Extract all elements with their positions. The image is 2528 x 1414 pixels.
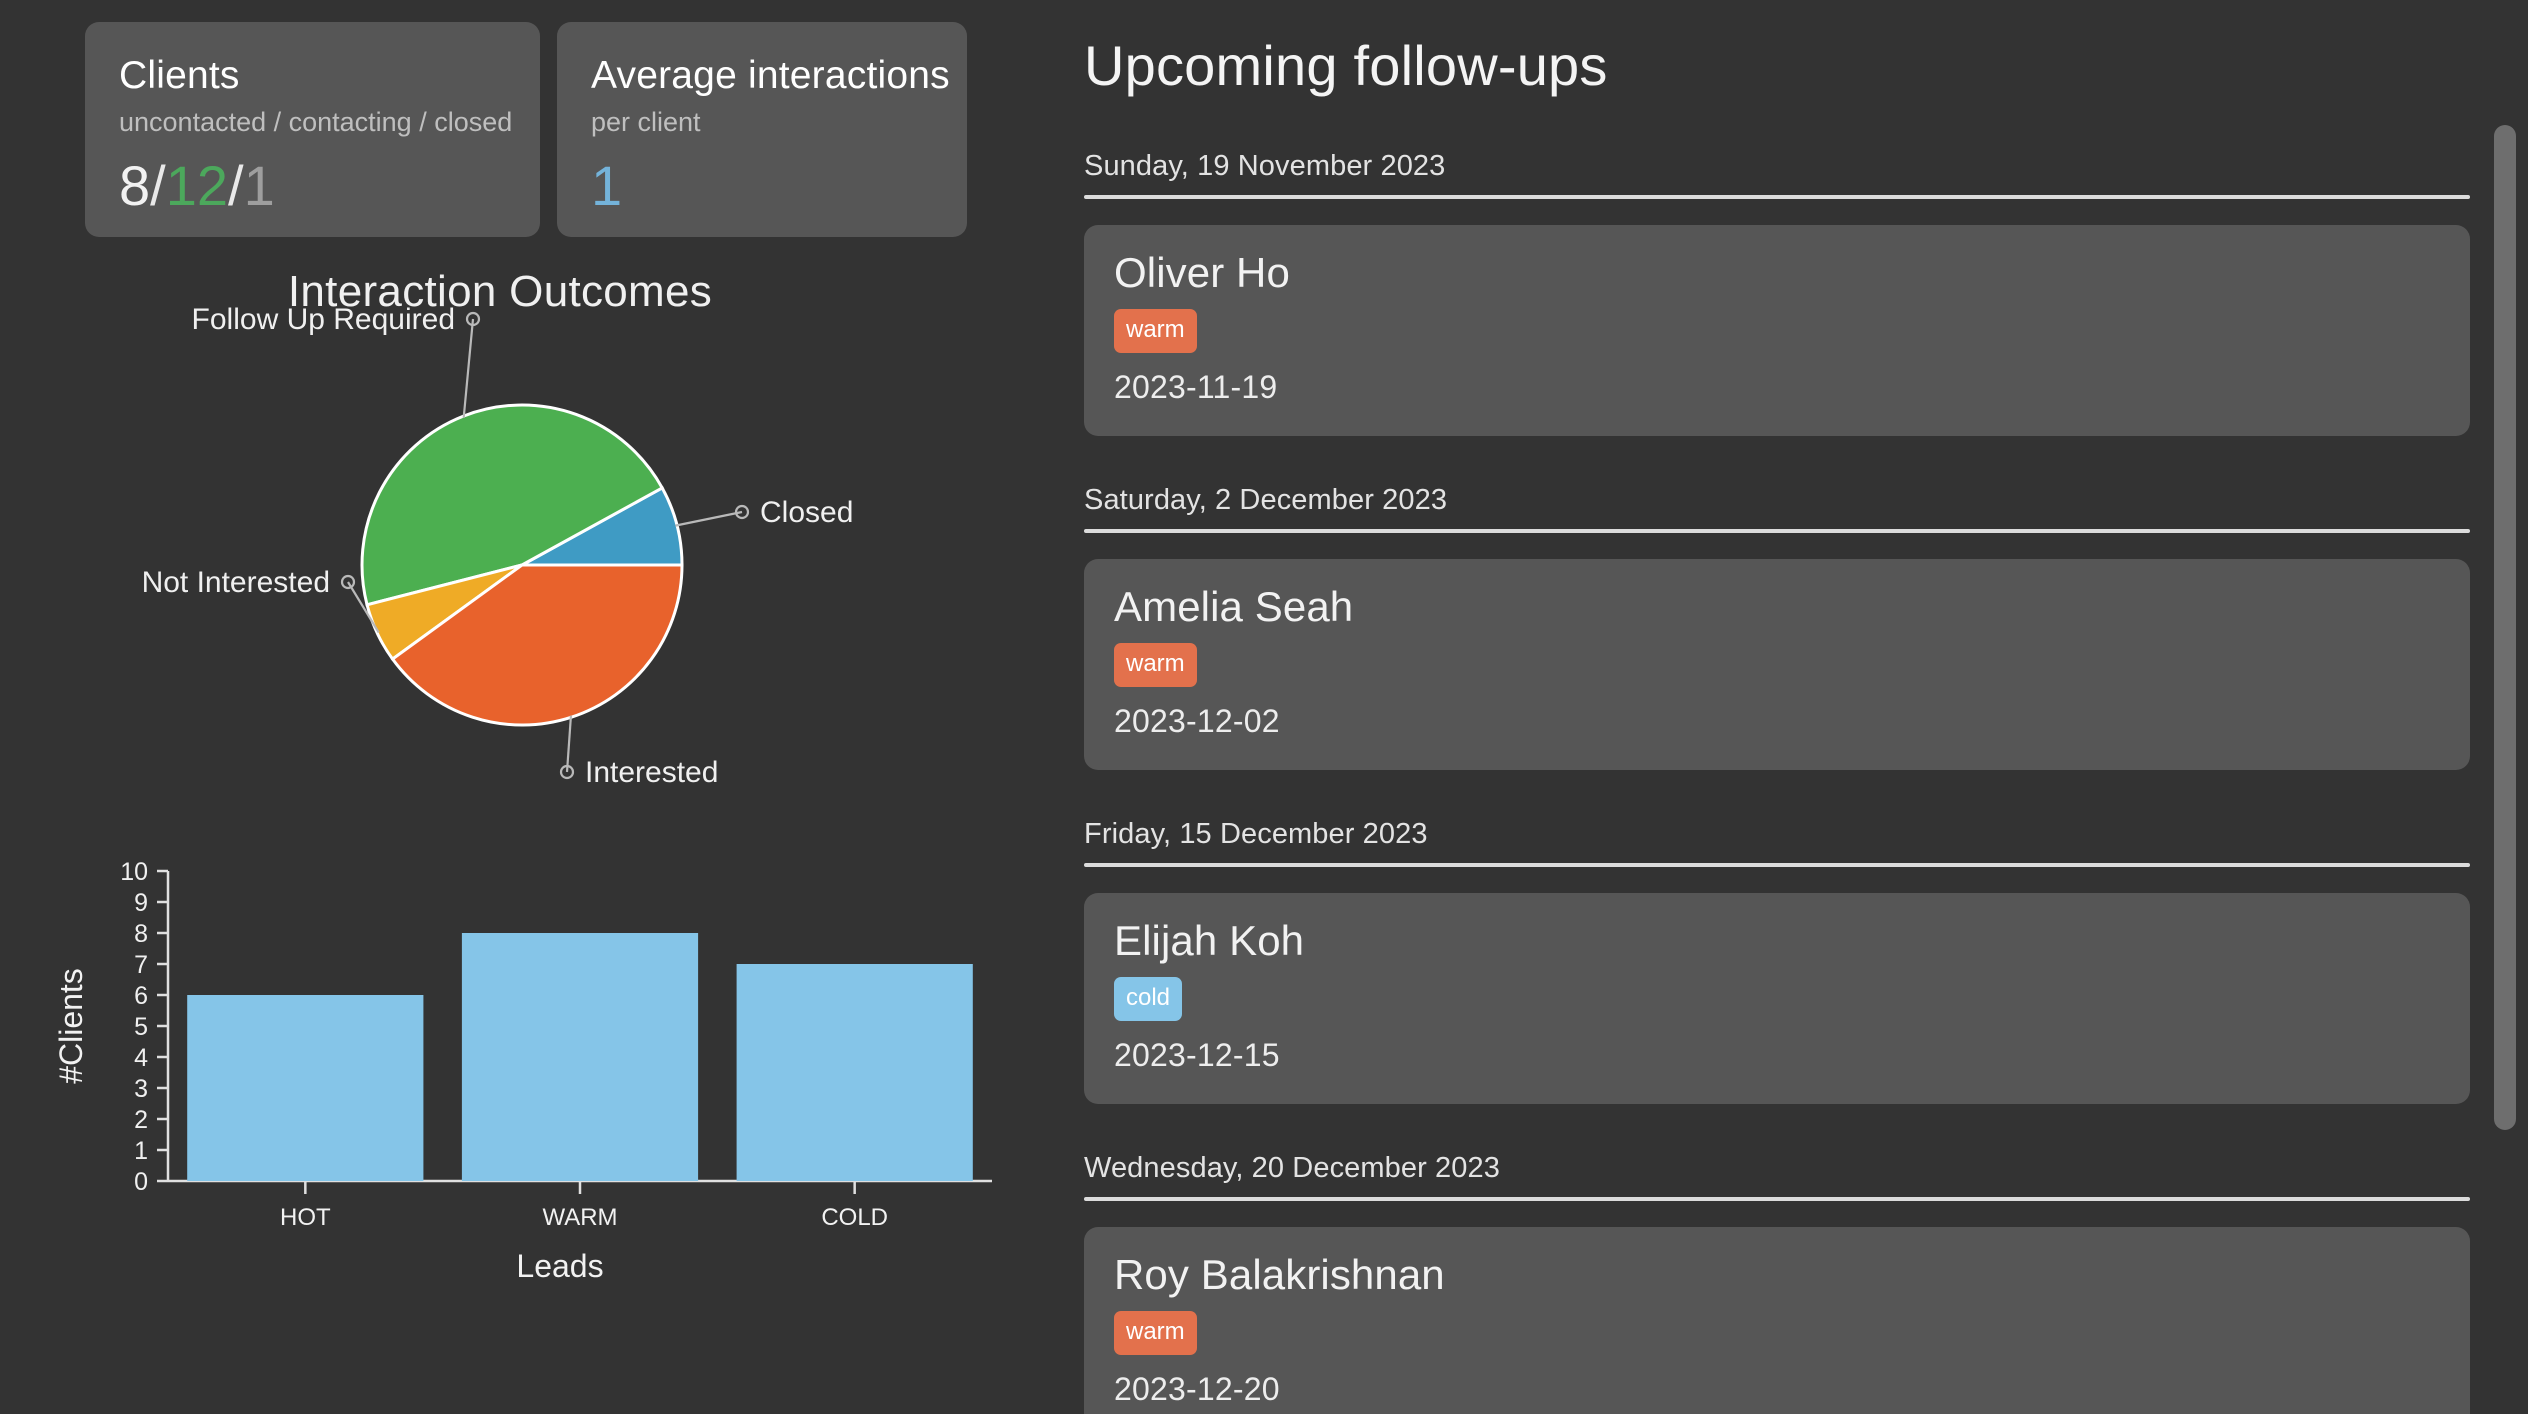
y-axis-tick-label: 8	[134, 920, 148, 948]
followup-card[interactable]: Elijah Koh cold 2023-12-15	[1084, 893, 2470, 1105]
x-axis-category-label: COLD	[821, 1204, 888, 1231]
followup-date-divider	[1084, 529, 2470, 534]
followup-badge-row: cold	[1114, 977, 2440, 1037]
pie-leader-line	[462, 318, 475, 418]
pie-slice-label: Interested	[585, 756, 718, 789]
y-axis-tick-label: 9	[134, 889, 148, 917]
clients-stat-card: Clients uncontacted / contacting / close…	[85, 22, 540, 237]
followup-date-label: Saturday, 2 December 2023	[1084, 484, 1448, 517]
followup-lead-status-badge: warm	[1114, 643, 1197, 688]
leads-bar-chart: 0 1 2 3 4 5 6 7 8 9 10 HOT WARM COLD Leads #Clients	[0, 825, 1000, 1325]
y-axis-tick-label: 6	[134, 982, 148, 1010]
pie-svg: Closed Follow Up Required Not Interested In…	[142, 303, 854, 789]
y-axis-tick-label: 4	[134, 1044, 148, 1072]
followup-lead-status-badge: cold	[1114, 977, 1183, 1022]
clients-contacting-value: 12	[165, 154, 229, 217]
followup-date-group: Saturday, 2 December 2023 Amelia Seah warm…	[1084, 462, 2470, 771]
interaction-outcomes-chart: Interaction Outcomes Closed Follow Up Req…	[0, 245, 1000, 825]
average-card-value: 1	[591, 154, 623, 217]
y-axis-tick-label: 0	[134, 1168, 148, 1196]
y-axis-tick-label: 5	[134, 1013, 148, 1041]
followup-lead-status-badge: warm	[1114, 309, 1197, 354]
followup-date-group: Wednesday, 20 December 2023 Roy Balakrish…	[1084, 1130, 2470, 1414]
followup-date-label: Friday, 15 December 2023	[1084, 818, 1428, 851]
bar[interactable]	[461, 933, 699, 1181]
followup-badge-row: warm	[1114, 309, 2440, 369]
y-axis-title: #Clients	[53, 968, 89, 1084]
y-axis-tick-label: 3	[134, 1075, 148, 1103]
y-axis-tick-label: 1	[134, 1137, 148, 1165]
bar[interactable]	[187, 995, 424, 1181]
followup-date-group: Friday, 15 December 2023 Elijah Koh cold 20…	[1084, 796, 2470, 1105]
followup-date-value: 2023-12-15	[1114, 1037, 1280, 1074]
followup-date-value: 2023-12-20	[1114, 1371, 1280, 1408]
clients-sep-1: /	[150, 154, 166, 217]
followup-card[interactable]: Amelia Seah warm 2023-12-02	[1084, 559, 2470, 771]
followup-date-label: Wednesday, 20 December 2023	[1084, 1152, 1500, 1185]
clients-sep-2: /	[228, 154, 244, 217]
dashboard-root: Clients uncontacted / contacting / close…	[0, 0, 2528, 1414]
clients-closed-value: 1	[243, 154, 275, 217]
bar-svg: 0 1 2 3 4 5 6 7 8 9 10 HOT WARM COLD Leads #Clients	[53, 858, 992, 1284]
pie-slices-group	[360, 403, 684, 727]
clients-card-value: 8/12/1	[119, 158, 506, 214]
average-card-subtitle: per client	[591, 107, 701, 137]
left-analytics-pane: Clients uncontacted / contacting / close…	[0, 0, 1000, 1414]
stat-card-row: Clients uncontacted / contacting / close…	[0, 0, 1000, 237]
followup-date-divider	[1084, 195, 2470, 199]
pie-chart-canvas: Closed Follow Up Required Not Interested In…	[0, 297, 1000, 817]
followup-client-name: Oliver Ho	[1114, 249, 1290, 296]
pie-slice-label: Closed	[760, 496, 853, 529]
followup-date-group: Sunday, 19 November 2023 Oliver Ho warm 202…	[1084, 128, 2470, 437]
followup-badge-row: warm	[1114, 1311, 2440, 1371]
followup-client-name: Roy Balakrishnan	[1114, 1251, 1445, 1299]
followup-date-value: 2023-12-02	[1114, 703, 1280, 740]
followup-badge-row: warm	[1114, 643, 2440, 703]
followups-list[interactable]: Sunday, 19 November 2023 Oliver Ho warm 202…	[1000, 128, 2528, 1414]
upcoming-followups-pane: Upcoming follow-ups Sunday, 19 November …	[1000, 0, 2528, 1414]
pie-leader-line	[675, 510, 743, 527]
clients-card-title: Clients	[119, 54, 240, 97]
followup-card[interactable]: Oliver Ho warm 2023-11-19	[1084, 225, 2470, 437]
followup-client-name: Amelia Seah	[1114, 583, 1354, 631]
pie-slice-label: Not Interested	[142, 566, 330, 599]
bar-bars-group	[187, 933, 973, 1181]
followups-scrollbar-thumb[interactable]	[2494, 125, 2516, 1130]
y-axis-tick-label: 10	[120, 858, 148, 886]
followup-client-name: Elijah Koh	[1114, 917, 1305, 965]
followup-date-divider	[1084, 863, 2470, 868]
bar[interactable]	[736, 964, 973, 1181]
pie-leader-line	[565, 715, 573, 773]
pie-slice-label: Follow Up Required	[192, 303, 455, 336]
followup-date-value: 2023-11-19	[1114, 369, 1278, 406]
followups-scrollbar-track[interactable]	[2494, 0, 2516, 1414]
followup-lead-status-badge: warm	[1114, 1311, 1197, 1356]
followup-card[interactable]: Roy Balakrishnan warm 2023-12-20	[1084, 1227, 2470, 1414]
y-axis-tick-label: 2	[134, 1106, 148, 1134]
average-interactions-stat-card: Average interactions per client 1	[557, 22, 967, 237]
x-axis-title: Leads	[516, 1248, 603, 1284]
bar-chart-canvas: 0 1 2 3 4 5 6 7 8 9 10 HOT WARM COLD Leads #Clients	[0, 825, 1000, 1325]
clients-uncontacted-value: 8	[119, 154, 151, 217]
followups-heading: Upcoming follow-ups	[1084, 34, 1608, 97]
average-card-title: Average interactions	[591, 54, 950, 97]
clients-card-subtitle: uncontacted / contacting / closed	[119, 107, 513, 137]
x-axis-category-label: HOT	[280, 1204, 331, 1231]
followup-date-label: Sunday, 19 November 2023	[1084, 150, 1446, 182]
followup-date-divider	[1084, 1197, 2470, 1202]
x-axis-category-label: WARM	[542, 1204, 617, 1231]
y-axis-tick-label: 7	[134, 951, 148, 979]
